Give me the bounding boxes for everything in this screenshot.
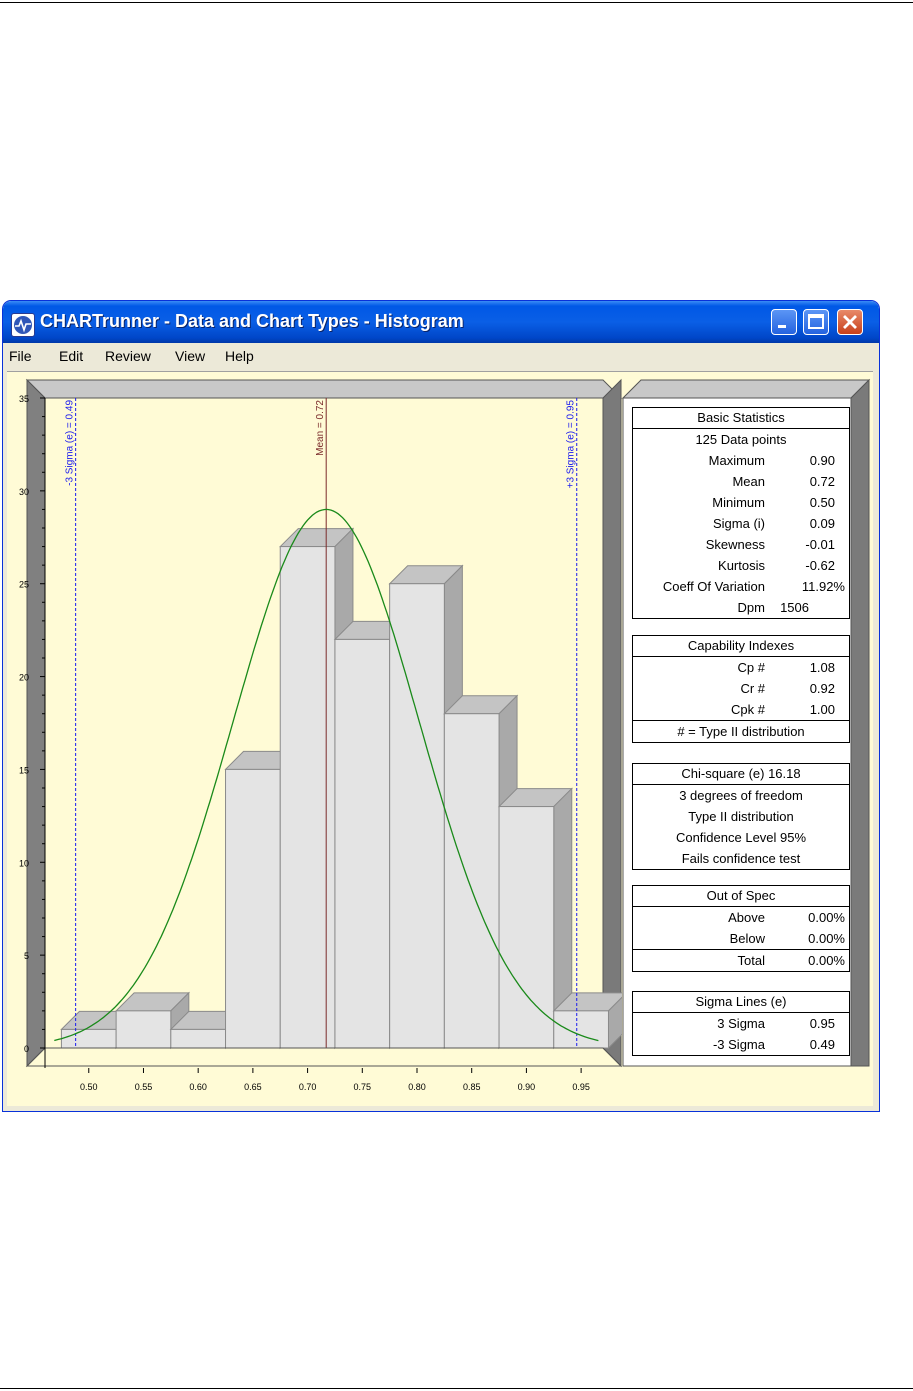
histogram-bars [60,527,622,1050]
menu-bar: File Edit Review View Help [3,343,879,371]
minimize-icon [778,325,786,328]
y-tick-label: 5 [24,951,29,961]
upper-sigma-line-label: +3 Sigma (e) = 0.95 [566,400,577,489]
stat-row-cpk: Cpk #1.00 [731,702,835,717]
x-tick-label: 0.55 [135,1082,153,1092]
menu-help[interactable]: Help [225,348,254,364]
x-tick-label: 0.75 [354,1082,372,1092]
frame-left-wall [26,378,46,1068]
chart-client-area: Mean = 0.72 -3 Sigma (e) = 0.49 +3 Sigma (… [7,371,873,1106]
stat-row-minus-3-sigma: -3 Sigma 0.49 [712,1037,835,1052]
stat-row-3-sigma: 3 Sigma 0.95 [717,1016,835,1031]
data-points-count: 125 Data points [695,432,787,447]
stat-row-minimum: Minimum 0.50 [712,495,835,510]
x-tick-label: 0.60 [189,1082,207,1092]
chi-square-box: Chi-square (e) 16.18 3 degrees of freedo… [632,763,850,870]
close-icon [843,315,857,329]
stat-row-cp: Cp #1.08 [737,660,835,675]
sigma-lines-box: Sigma Lines (e) 3 Sigma 0.95 -3 Sigma 0.49 [632,991,850,1056]
chi-test-result: Fails confidence test [681,851,801,866]
x-tick-label: 0.80 [408,1082,426,1092]
chi-distribution-type: Type II distribution [688,809,794,824]
window-title: CHARTrunner - Data and Chart Types - His… [40,311,464,331]
y-tick-label: 25 [19,580,29,590]
frame-right-wall [602,378,622,1068]
chi-degrees-of-freedom: 3 degrees of freedom [679,788,803,803]
menu-file[interactable]: File [9,348,32,364]
lower-sigma-line-label: -3 Sigma (e) = 0.49 [65,400,76,486]
stat-row-sigma: Sigma (i) 0.09 [712,516,835,531]
y-tick-label: 30 [19,487,29,497]
stat-row-cr: Cr #0.92 [740,681,835,696]
y-tick-label: 35 [19,394,29,404]
stat-row-dpm: Dpm 1506 [737,600,809,615]
close-button[interactable] [837,309,863,335]
chi-square-header: Chi-square (e) 16.18 [633,764,849,785]
x-tick-label: 0.90 [518,1082,536,1092]
stat-row-kurtosis: Kurtosis -0.62 [718,558,835,573]
stat-row-total: Total 0.00% [633,949,849,971]
maximize-icon [808,314,824,329]
x-tick-label: 0.85 [463,1082,481,1092]
out-of-spec-header: Out of Spec [633,886,849,907]
frame-top [25,379,622,399]
capability-indexes-header: Capability Indexes [633,636,849,657]
stat-row-coeff-of-variation: Coeff Of Variation 11.92% [662,579,845,594]
x-tick-label: 0.70 [299,1082,317,1092]
page-top-rule [0,2,913,3]
y-tick-label: 10 [19,858,29,868]
app-icon [11,313,35,337]
x-axis: 0.50 0.55 0.60 0.65 0.70 0.75 0.80 0.85 0.90 0.95 [80,1068,590,1092]
menu-edit[interactable]: Edit [59,348,83,364]
stat-row-maximum: Maximum 0.90 [708,453,835,468]
out-of-spec-box: Out of Spec Above 0.00% Below 0.00% Total 0… [632,885,850,972]
x-tick-label: 0.95 [572,1082,590,1092]
sigma-lines-header: Sigma Lines (e) [633,992,849,1013]
title-bar[interactable]: CHARTrunner - Data and Chart Types - His… [3,301,879,343]
app-window: CHARTrunner - Data and Chart Types - His… [3,301,879,1111]
y-tick-label: 20 [19,673,29,683]
mean-line-label: Mean = 0.72 [315,400,326,456]
y-tick-label: 0 [24,1044,29,1054]
page-bottom-rule [0,1388,913,1389]
stat-row-skewness: Skewness -0.01 [705,537,835,552]
histogram-bar [552,992,622,1050]
stat-row-above: Above 0.00% [728,910,845,925]
menu-review[interactable]: Review [105,348,151,364]
frame-floor-edge [25,1047,622,1067]
stat-row-mean: Mean 0.72 [732,474,835,489]
maximize-button[interactable] [803,309,829,335]
basic-statistics-box: Basic Statistics 125 Data points Maximum… [632,407,850,619]
histogram-chart[interactable]: Mean = 0.72 -3 Sigma (e) = 0.49 +3 Sigma (… [7,372,622,1106]
menu-view[interactable]: View [175,348,205,364]
basic-statistics-header: Basic Statistics [633,408,849,429]
x-tick-label: 0.50 [80,1082,98,1092]
capability-footnote: # = Type II distribution [633,720,849,742]
x-tick-label: 0.65 [244,1082,262,1092]
minimize-button[interactable] [771,309,797,335]
y-tick-label: 15 [19,765,29,775]
capability-indexes-box: Capability Indexes Cp #1.08 Cr #0.92 Cpk… [632,635,850,743]
chi-confidence-level: Confidence Level 95% [675,830,807,845]
stat-row-below: Below 0.00% [729,931,845,946]
